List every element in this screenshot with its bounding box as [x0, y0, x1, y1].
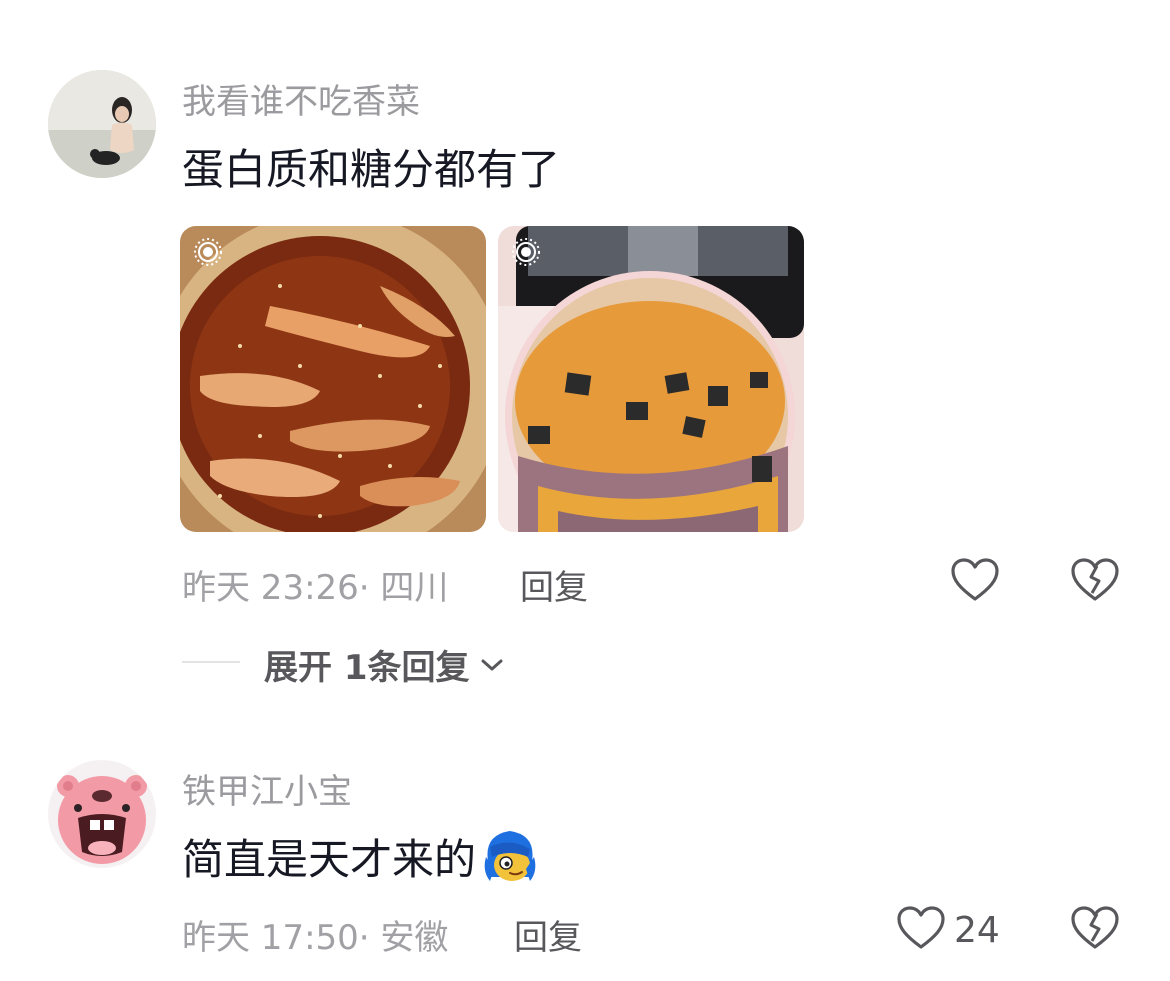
comment-time: 昨天 23:26 — [182, 568, 359, 608]
broken-heart-icon — [1070, 905, 1120, 955]
comment-meta: 昨天 23:26· 四川 — [182, 560, 448, 609]
username[interactable]: 铁甲江小宝 — [182, 764, 352, 813]
comment-text: 蛋白质和糖分都有了 — [182, 136, 560, 197]
comment-photo-spicy-dish[interactable] — [180, 226, 486, 532]
expand-replies-button[interactable]: 展开 1条回复 — [264, 640, 504, 689]
username[interactable]: 我看谁不吃香菜 — [182, 74, 420, 123]
comment-location: · 四川 — [358, 568, 449, 608]
comment-text-content: 蛋白质和糖分都有了 — [182, 145, 561, 194]
dislike-button[interactable] — [1070, 905, 1120, 955]
reply-button[interactable]: 回复 — [514, 910, 582, 959]
chevron-down-icon — [480, 657, 504, 673]
dislike-button[interactable] — [1070, 557, 1120, 607]
broken-heart-icon — [1070, 557, 1120, 607]
comment-text-content: 简直是天才来的 — [182, 835, 477, 884]
comment-photo-dessert-cake[interactable] — [498, 226, 804, 532]
comment-text: 简直是天才来的 — [182, 826, 540, 887]
like-button[interactable] — [950, 557, 1000, 607]
emoji-blue-hair-face-icon — [480, 827, 540, 887]
heart-outline-icon — [896, 905, 946, 955]
avatar[interactable] — [48, 760, 156, 868]
live-photo-icon — [192, 236, 224, 272]
like-button[interactable]: 24 — [896, 905, 1000, 955]
reply-button[interactable]: 回复 — [520, 560, 588, 609]
avatar[interactable] — [48, 70, 156, 178]
comment-item: 我看谁不吃香菜 蛋白质和糖分都有了 昨天 23:26· 四川 回复 展开 1条回… — [0, 0, 1170, 720]
comment-location: · 安徽 — [358, 918, 449, 958]
live-photo-icon — [510, 236, 542, 272]
expand-divider — [182, 661, 240, 663]
comment-item: 铁甲江小宝 简直是天才来的 昨天 17:50· 安徽 回复 24 — [0, 720, 1170, 981]
expand-replies-label: 展开 1条回复 — [264, 648, 470, 688]
heart-outline-icon — [950, 557, 1000, 607]
comment-time: 昨天 17:50 — [182, 918, 359, 958]
like-count: 24 — [954, 909, 1000, 951]
comment-meta: 昨天 17:50· 安徽 — [182, 910, 448, 959]
